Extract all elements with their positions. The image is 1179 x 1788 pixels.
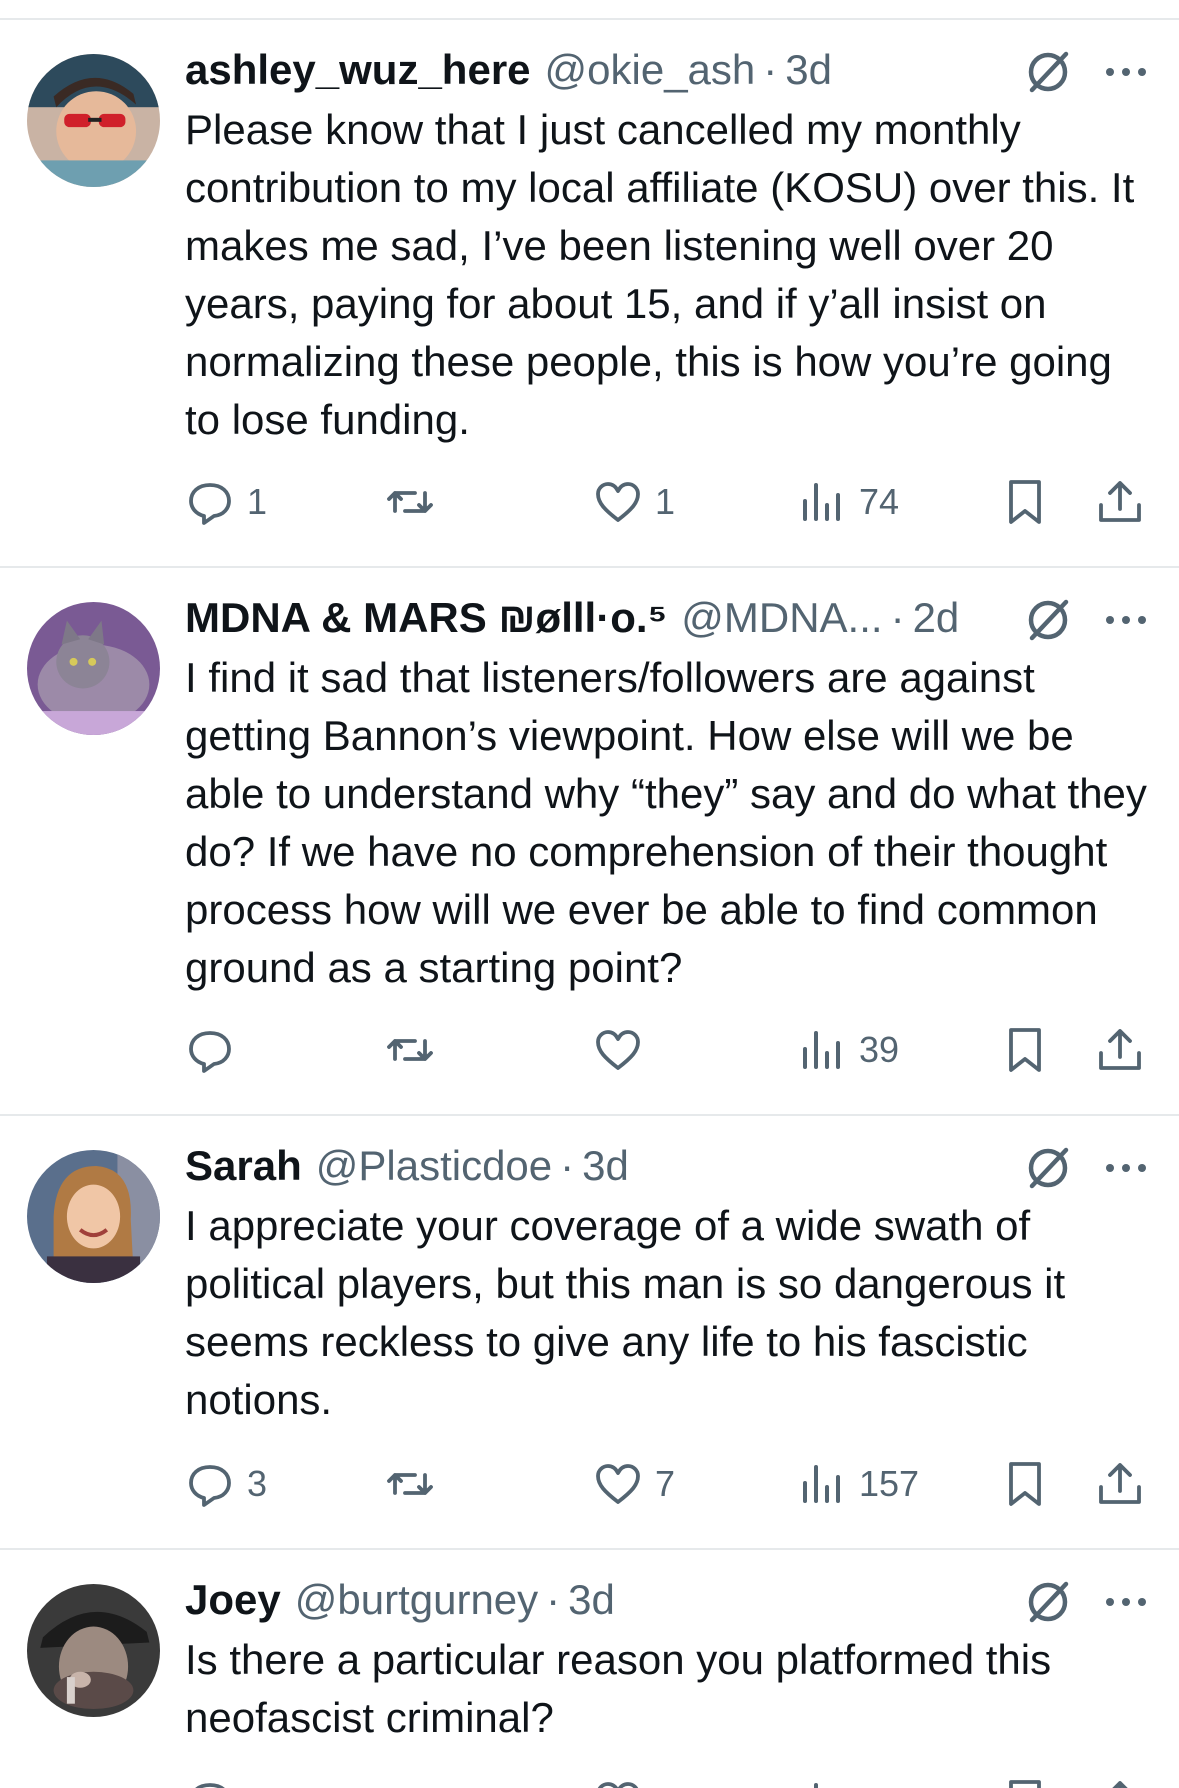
separator-dot: · — [546, 1576, 561, 1623]
bookmark-icon — [1009, 480, 1041, 524]
like-button[interactable]: 7 — [593, 1454, 675, 1514]
heart-icon — [596, 482, 640, 522]
heart-icon — [596, 1464, 640, 1504]
display-name[interactable]: Sarah — [185, 1142, 302, 1190]
share-button[interactable] — [1095, 1772, 1145, 1788]
share-button[interactable] — [1095, 472, 1145, 532]
tweet-text: I appreciate your coverage of a wide swa… — [185, 1202, 1066, 1423]
retweet-icon — [387, 1473, 433, 1495]
action-bar — [185, 1772, 1145, 1788]
more-options-icon[interactable] — [1100, 1142, 1152, 1194]
views-icon — [803, 1031, 840, 1069]
heart-icon — [597, 1782, 639, 1788]
tweet-header: MDNA & MARS ₪ølll·o.⁵ @MDNA... · 2d — [185, 590, 959, 646]
tweet-text: I find it sad that listeners/followers a… — [185, 654, 1147, 991]
bookmark-icon — [1009, 1780, 1041, 1788]
views-button[interactable] — [797, 1772, 847, 1788]
tweet[interactable]: ashley_wuz_here @okie_ash · 3d Please kn… — [0, 20, 1179, 568]
avatar[interactable] — [27, 602, 160, 735]
avatar[interactable] — [27, 1150, 160, 1283]
retweet-button[interactable] — [385, 472, 447, 532]
views-button[interactable]: 39 — [797, 1020, 899, 1080]
display-name[interactable]: MDNA & MARS ₪ølll·o.⁵ — [185, 594, 667, 642]
views-icon — [803, 483, 840, 521]
reply-button[interactable]: 1 — [185, 472, 267, 532]
timestamp[interactable]: 3d — [568, 1576, 615, 1624]
timestamp[interactable]: 2d — [913, 594, 960, 642]
retweet-button[interactable] — [385, 1454, 447, 1514]
bookmark-icon — [1009, 1462, 1041, 1506]
tweet-header: Sarah @Plasticdoe · 3d — [185, 1138, 629, 1194]
share-icon — [1099, 481, 1141, 522]
tweet[interactable]: Joey @burtgurney · 3d Is there a particu… — [0, 1550, 1179, 1788]
like-button[interactable]: 1 — [593, 472, 675, 532]
action-bar: 1 1 74 — [185, 472, 1145, 532]
timestamp[interactable]: 3d — [785, 46, 832, 94]
separator-dot: · — [560, 1142, 575, 1189]
share-button[interactable] — [1095, 1454, 1145, 1514]
share-icon — [1099, 1029, 1141, 1070]
retweet-icon — [387, 1039, 433, 1061]
like-button[interactable] — [593, 1772, 643, 1788]
tweet[interactable]: MDNA & MARS ₪ølll·o.⁵ @MDNA... · 2d I fi… — [0, 568, 1179, 1116]
avatar[interactable] — [27, 1584, 160, 1717]
avatar[interactable] — [27, 54, 160, 187]
grok-icon[interactable] — [1022, 46, 1074, 98]
separator-dot: · — [890, 594, 905, 641]
user-handle[interactable]: @burtgurney — [295, 1576, 538, 1624]
reply-icon — [195, 1783, 225, 1788]
view-count: 157 — [859, 1463, 920, 1504]
views-button[interactable]: 157 — [797, 1454, 919, 1514]
views-icon — [803, 1465, 840, 1503]
tweet-header: Joey @burtgurney · 3d — [185, 1572, 615, 1628]
share-icon — [1099, 1463, 1141, 1504]
like-button[interactable] — [593, 1020, 655, 1080]
reply-icon — [189, 483, 231, 525]
display-name[interactable]: Joey — [185, 1576, 281, 1624]
views-icon — [814, 1783, 818, 1788]
grok-icon[interactable] — [1022, 594, 1074, 646]
timestamp[interactable]: 3d — [582, 1142, 629, 1190]
user-handle[interactable]: @MDNA... — [681, 594, 882, 642]
grok-icon[interactable] — [1022, 1576, 1074, 1628]
user-handle[interactable]: @okie_ash — [545, 46, 756, 94]
tweet[interactable]: Sarah @Plasticdoe · 3d I appreciate your… — [0, 1116, 1179, 1550]
view-count: 74 — [859, 481, 900, 522]
more-options-icon[interactable] — [1100, 594, 1152, 646]
heart-icon — [596, 1030, 640, 1070]
share-icon — [1112, 1781, 1128, 1788]
bookmark-button[interactable] — [1000, 1454, 1050, 1514]
view-count: 39 — [859, 1029, 900, 1070]
reply-button[interactable]: 3 — [185, 1454, 267, 1514]
tweet-text: Please know that I just cancelled my mon… — [185, 106, 1135, 443]
more-options-icon[interactable] — [1100, 1576, 1152, 1628]
separator-dot: · — [763, 46, 778, 93]
like-count: 1 — [655, 481, 676, 522]
action-bar: 3 7 157 — [185, 1454, 1145, 1514]
reply-count: 1 — [247, 481, 268, 522]
bookmark-button[interactable] — [1000, 1020, 1050, 1080]
reply-button[interactable] — [185, 1772, 235, 1788]
share-button[interactable] — [1095, 1020, 1145, 1080]
like-count: 7 — [655, 1463, 676, 1504]
more-options-icon[interactable] — [1100, 46, 1152, 98]
reply-button[interactable] — [185, 1020, 247, 1080]
tweet-header: ashley_wuz_here @okie_ash · 3d — [185, 42, 832, 98]
retweet-button[interactable] — [385, 1020, 447, 1080]
retweet-icon — [387, 491, 433, 513]
reply-icon — [189, 1465, 231, 1507]
retweet-button[interactable] — [385, 1772, 435, 1788]
retweet-icon — [385, 1777, 435, 1788]
bookmark-icon — [1009, 1028, 1041, 1072]
bookmark-button[interactable] — [1000, 472, 1050, 532]
grok-icon[interactable] — [1022, 1142, 1074, 1194]
reply-icon — [189, 1031, 231, 1073]
bookmark-button[interactable] — [1000, 1772, 1050, 1788]
tweet-text: Is there a particular reason you platfor… — [185, 1636, 1052, 1741]
action-bar: 39 — [185, 1020, 1145, 1080]
reply-count: 3 — [247, 1463, 268, 1504]
display-name[interactable]: ashley_wuz_here — [185, 46, 531, 94]
user-handle[interactable]: @Plasticdoe — [316, 1142, 552, 1190]
views-button[interactable]: 74 — [797, 472, 899, 532]
